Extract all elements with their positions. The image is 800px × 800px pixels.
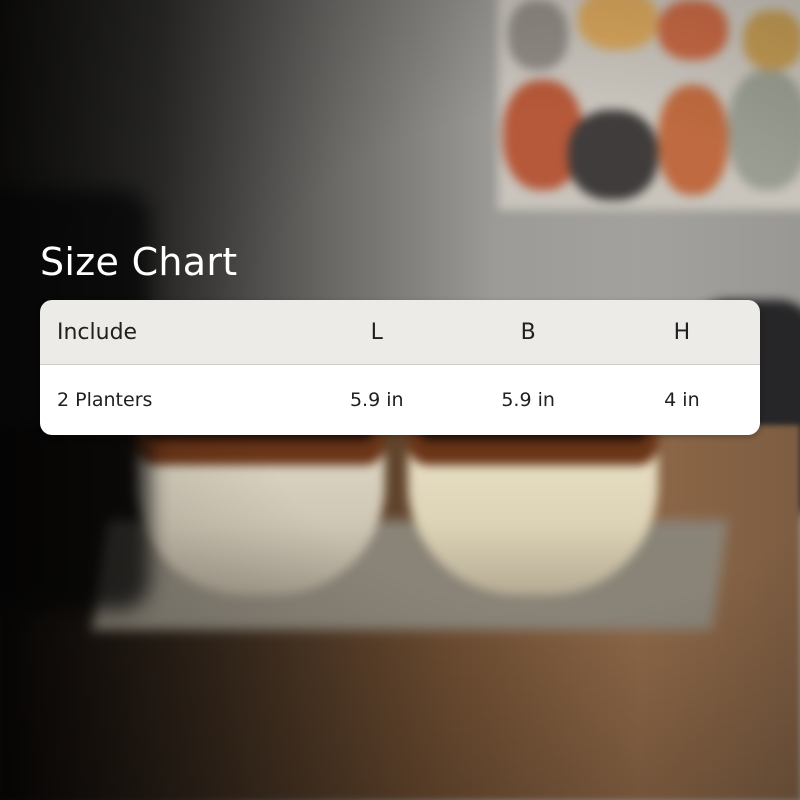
size-chart-table: Include L B H 2 Planters 5.9 in 5.9 in 4… (40, 300, 760, 435)
cell-height: 4 in (664, 389, 700, 411)
cell-length: 5.9 in (349, 389, 404, 411)
page-title: Size Chart (40, 240, 238, 284)
cell-breadth: 5.9 in (501, 389, 555, 411)
header-include: Include (57, 319, 138, 345)
cell-include: 2 Planters (57, 389, 153, 411)
header-breadth: B (520, 319, 536, 345)
header-length: L (370, 319, 383, 345)
table-header-row: Include L B H (40, 300, 760, 365)
header-height: H (673, 319, 691, 345)
table-row: 2 Planters 5.9 in 5.9 in 4 in (40, 365, 760, 435)
